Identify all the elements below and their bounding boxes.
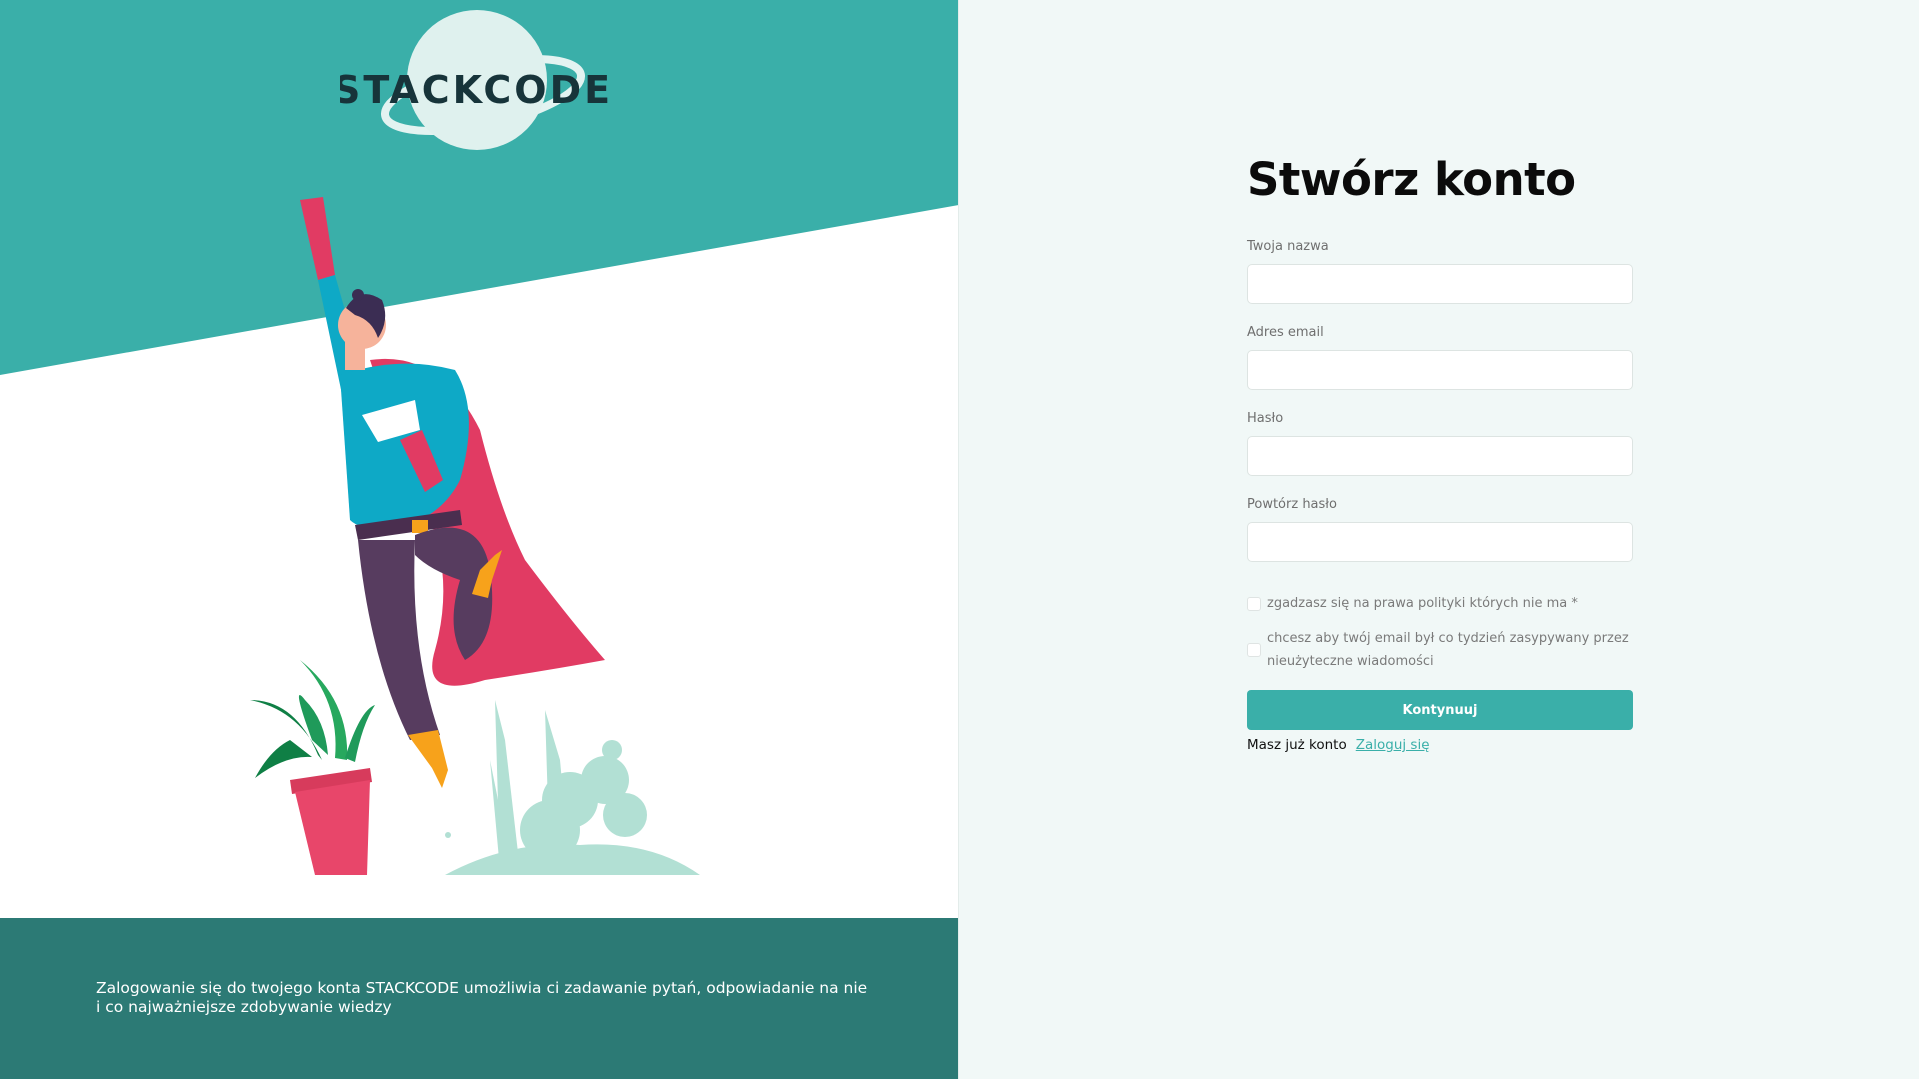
repeat-password-label: Powtórz hasło bbox=[1247, 497, 1337, 512]
signin-row: Masz już konto Zaloguj się bbox=[1247, 735, 1633, 755]
policy-consent-row: zgadzasz się na prawa polityki których n… bbox=[1247, 592, 1633, 615]
signup-page: STACKCODE Zalogowanie się do twojego kon… bbox=[0, 0, 1919, 1079]
logo-text: STACKCODE bbox=[340, 68, 613, 112]
username-label: Twoja nazwa bbox=[1247, 239, 1329, 254]
continue-button[interactable]: Kontynuuj bbox=[1247, 690, 1633, 730]
signin-prompt: Masz już konto bbox=[1247, 737, 1347, 753]
password-input[interactable] bbox=[1247, 436, 1633, 476]
password-field-group: Hasło bbox=[1247, 410, 1633, 476]
username-input[interactable] bbox=[1247, 264, 1633, 304]
smoke-cloud bbox=[445, 700, 700, 875]
username-field-group: Twoja nazwa bbox=[1247, 238, 1633, 304]
repeat-password-input[interactable] bbox=[1247, 522, 1633, 562]
email-field-group: Adres email bbox=[1247, 324, 1633, 390]
signup-form: Stwórz konto Twoja nazwa Adres email Has… bbox=[1247, 150, 1633, 755]
email-input[interactable] bbox=[1247, 350, 1633, 390]
newsletter-consent-label[interactable]: chcesz aby twój email był co tydzień zas… bbox=[1267, 627, 1633, 673]
repeat-password-field-group: Powtórz hasło bbox=[1247, 496, 1633, 562]
email-label: Adres email bbox=[1247, 325, 1324, 340]
stackcode-logo: STACKCODE bbox=[340, 10, 613, 150]
left-panel-description: Zalogowanie się do twojego konta STACKCO… bbox=[96, 979, 868, 1016]
policy-consent-checkbox[interactable] bbox=[1247, 596, 1261, 611]
newsletter-consent-checkbox[interactable] bbox=[1247, 643, 1261, 657]
consent-checkboxes: zgadzasz się na prawa polityki których n… bbox=[1247, 592, 1633, 673]
potted-plant bbox=[250, 660, 375, 875]
superhero-illustration bbox=[250, 197, 700, 875]
password-label: Hasło bbox=[1247, 411, 1284, 426]
left-panel: STACKCODE Zalogowanie się do twojego kon… bbox=[0, 0, 959, 1079]
newsletter-consent-row: chcesz aby twój email był co tydzień zas… bbox=[1247, 627, 1633, 673]
policy-consent-label[interactable]: zgadzasz się na prawa polityki których n… bbox=[1267, 592, 1578, 615]
page-title: Stwórz konto bbox=[1247, 153, 1576, 206]
signin-link[interactable]: Zaloguj się bbox=[1356, 737, 1430, 753]
